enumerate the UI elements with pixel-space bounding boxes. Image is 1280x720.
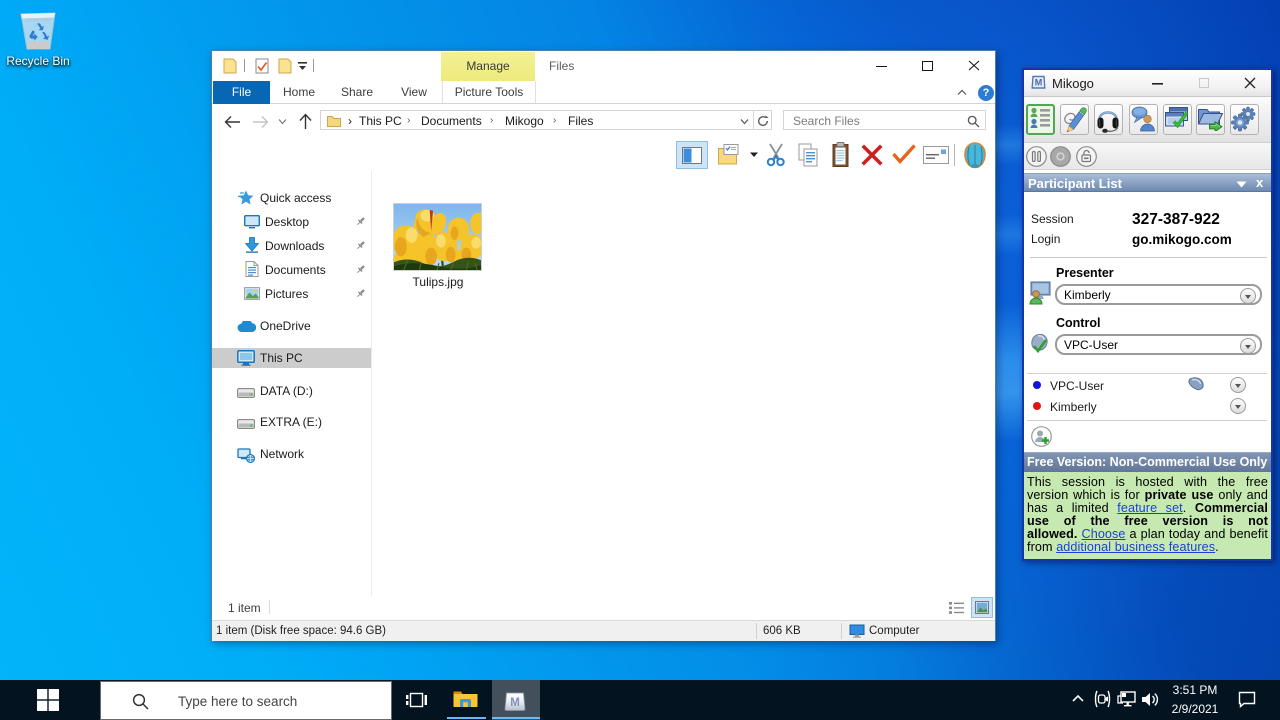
svg-text:M: M	[510, 697, 520, 709]
svg-text:3:51 PM: 3:51 PM	[1173, 683, 1218, 697]
svg-text:2/9/2021: 2/9/2021	[1172, 702, 1219, 716]
svg-text:M: M	[1035, 78, 1043, 88]
